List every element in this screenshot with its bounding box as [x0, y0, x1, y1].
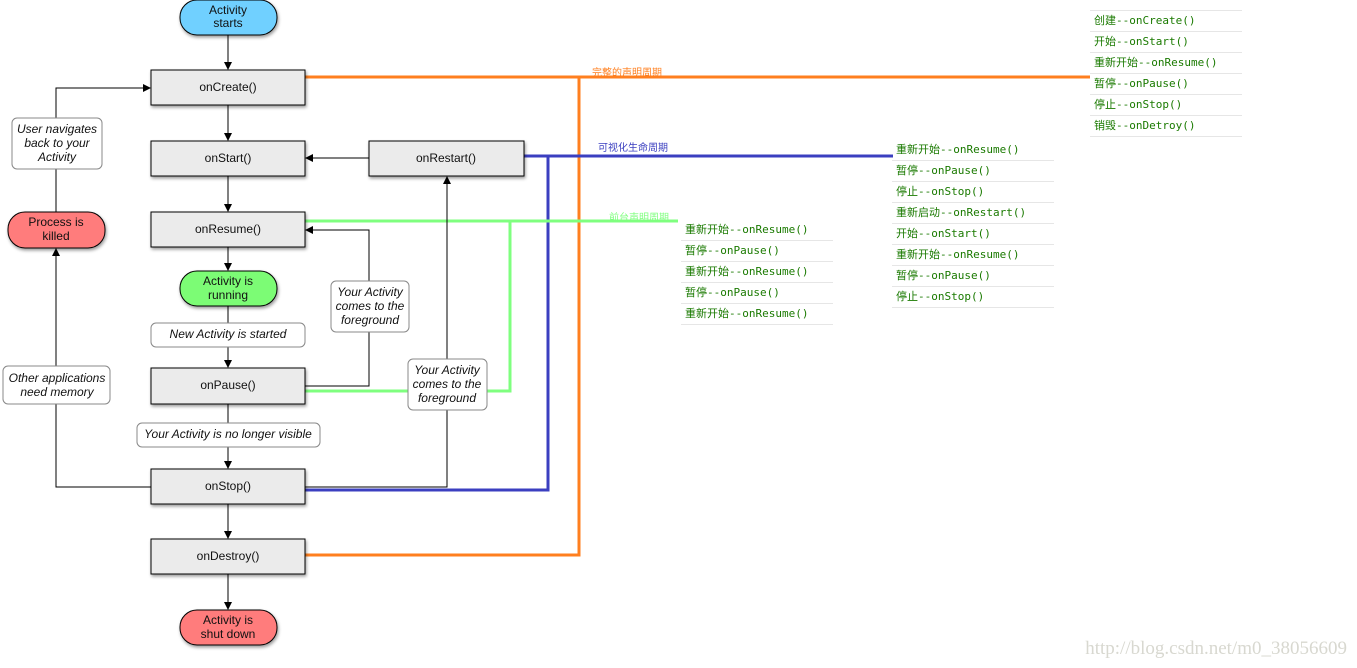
svg-text:foreground: foreground	[418, 391, 476, 405]
list-item: 暂停--onPause()	[1090, 74, 1242, 95]
foreground-note-1: Your Activitycomes to theforeground	[330, 280, 410, 333]
svg-text:comes to the: comes to the	[413, 377, 482, 391]
visible-lifetime-label: 可视化生命周期	[598, 143, 668, 154]
activity-running-node: Activity isrunning	[179, 270, 278, 307]
svg-text:comes to the: comes to the	[336, 299, 405, 313]
list-item: 停止--onStop()	[892, 287, 1054, 308]
svg-text:foreground: foreground	[341, 313, 399, 327]
svg-text:Other applications: Other applications	[9, 371, 106, 385]
svg-text:Activity: Activity	[37, 150, 77, 164]
list-item: 暂停--onPause()	[892, 161, 1054, 182]
list-item: 开始--onStart()	[1090, 32, 1242, 53]
list-item: 重新启动--onRestart()	[892, 203, 1054, 224]
list-item: 重新开始--onResume()	[892, 245, 1054, 266]
on-resume-node: onResume()	[150, 211, 306, 248]
svg-text:starts: starts	[213, 16, 242, 30]
new-activity-note: New Activity is started	[150, 322, 306, 348]
list-item: 创建--onCreate()	[1090, 11, 1242, 32]
visible-lifetime-list: 重新开始--onResume() 暂停--onPause() 停止--onSto…	[892, 140, 1054, 308]
svg-text:Your Activity: Your Activity	[414, 363, 481, 377]
full-lifetime-list: 创建--onCreate() 开始--onStart() 重新开始--onRes…	[1090, 10, 1242, 137]
svg-text:killed: killed	[42, 229, 69, 243]
list-item: 重新开始--onResume()	[681, 220, 833, 241]
list-item: 销毁--onDetroy()	[1090, 116, 1242, 137]
on-destroy-node: onDestroy()	[150, 538, 306, 575]
list-item: 开始--onStart()	[892, 224, 1054, 245]
svg-text:Activity: Activity	[209, 3, 247, 17]
foreground-lifetime-list: 重新开始--onResume() 暂停--onPause() 重新开始--onR…	[681, 220, 833, 325]
list-item: 暂停--onPause()	[681, 241, 833, 262]
on-pause-node: onPause()	[150, 367, 306, 405]
list-item: 暂停--onPause()	[681, 283, 833, 304]
list-item: 重新开始--onResume()	[681, 262, 833, 283]
svg-text:need memory: need memory	[20, 385, 94, 399]
other-apps-note: Other applicationsneed memory	[2, 365, 111, 405]
svg-text:back to your: back to your	[24, 136, 90, 150]
svg-text:running: running	[208, 288, 248, 302]
svg-text:User navigates: User navigates	[17, 122, 97, 136]
list-item: 停止--onStop()	[1090, 95, 1242, 116]
list-item: 停止--onStop()	[892, 182, 1054, 203]
svg-text:Activity is: Activity is	[203, 613, 253, 627]
activity-starts-node: Activitystarts	[179, 0, 278, 36]
list-item: 重新开始--onResume()	[681, 304, 833, 325]
list-item: 重新开始--onResume()	[892, 140, 1054, 161]
watermark: http://blog.csdn.net/m0_38056609	[1085, 638, 1347, 659]
on-create-node: onCreate()	[150, 69, 306, 106]
on-restart-node: onRestart()	[368, 140, 525, 177]
user-navigates-note: User navigatesback to yourActivity	[11, 117, 103, 170]
full-lifetime-label: 完整的声明周期	[592, 68, 662, 79]
svg-text:onPause(): onPause()	[200, 378, 255, 392]
list-item: 暂停--onPause()	[892, 266, 1054, 287]
svg-text:onResume(): onResume()	[195, 222, 261, 236]
svg-text:onDestroy(): onDestroy()	[197, 549, 260, 563]
on-stop-node: onStop()	[150, 468, 306, 505]
svg-text:onCreate(): onCreate()	[199, 80, 256, 94]
svg-text:onStop(): onStop()	[205, 479, 251, 493]
svg-text:Activity is: Activity is	[203, 274, 253, 288]
no-longer-visible-note: Your Activity is no longer visible	[136, 422, 321, 448]
svg-text:onStart(): onStart()	[205, 151, 252, 165]
svg-text:Your Activity is no longer vis: Your Activity is no longer visible	[144, 427, 312, 441]
svg-text:shut down: shut down	[201, 627, 256, 641]
process-killed-node: Process iskilled	[7, 211, 106, 249]
foreground-lifetime-label: 前台声明周期	[609, 213, 669, 224]
svg-text:Process is: Process is	[28, 215, 83, 229]
svg-text:Your Activity: Your Activity	[337, 285, 404, 299]
foreground-note-2: Your Activitycomes to theforeground	[407, 358, 488, 411]
activity-shut-down-node: Activity isshut down	[179, 609, 278, 646]
svg-text:onRestart(): onRestart()	[416, 151, 476, 165]
svg-text:New Activity is started: New Activity is started	[170, 327, 287, 341]
on-start-node: onStart()	[150, 140, 306, 177]
list-item: 重新开始--onResume()	[1090, 53, 1242, 74]
